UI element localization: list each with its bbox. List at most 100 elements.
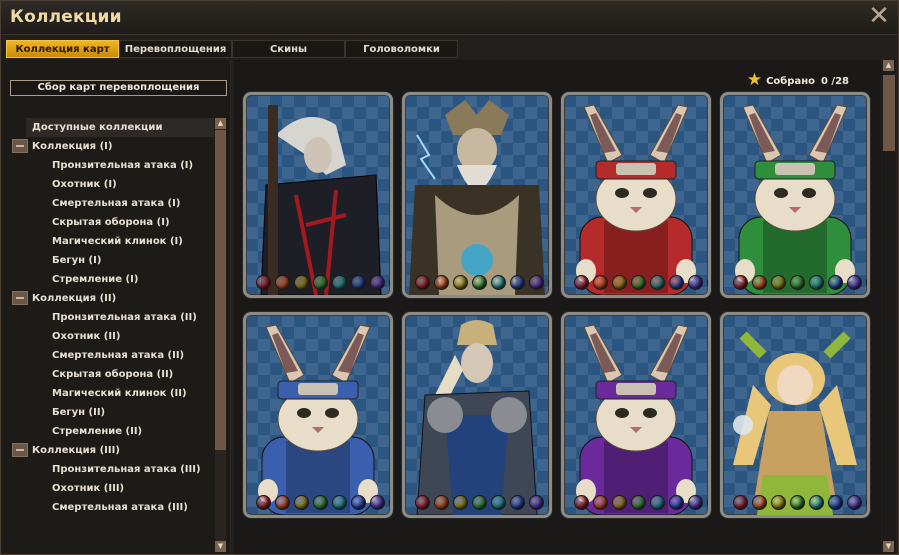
tree-label: Коллекция (I) xyxy=(32,141,113,152)
gem-slot-icon xyxy=(434,275,449,290)
gem-slot-icon xyxy=(631,275,646,290)
scroll-up-icon[interactable]: ▲ xyxy=(215,118,226,129)
close-icon[interactable]: ✕ xyxy=(866,3,892,30)
gem-slot-icon xyxy=(256,275,271,290)
cards-scrollbar[interactable]: ▲ ▼ xyxy=(882,60,896,554)
scroll-down-icon[interactable]: ▼ xyxy=(215,541,226,552)
cards-scroll-thumb[interactable] xyxy=(883,75,895,151)
gem-slot-icon xyxy=(548,495,549,510)
collection-card[interactable] xyxy=(720,92,870,298)
gem-slot-icon xyxy=(650,495,665,510)
tree-label: Охотник (III) xyxy=(52,483,125,494)
gem-slots xyxy=(256,495,390,510)
scroll-up-icon[interactable]: ▲ xyxy=(883,60,894,71)
sidebar-scrollbar[interactable]: ▲ ▼ xyxy=(215,118,226,552)
gem-slot-icon xyxy=(688,495,703,510)
tree-item[interactable]: Охотник (III) xyxy=(12,479,214,498)
gem-slot-icon xyxy=(351,495,366,510)
gem-slot-icon xyxy=(529,495,544,510)
gem-slot-icon xyxy=(593,275,608,290)
tree-item[interactable]: Охотник (II) xyxy=(12,327,214,346)
gem-slot-icon xyxy=(491,495,506,510)
tree-group[interactable]: Коллекция (III) xyxy=(12,441,214,460)
gem-slots xyxy=(256,275,390,290)
cards-panel: ★ Собрано 0 /28 xyxy=(234,60,881,554)
tree-item[interactable]: Охотник (I) xyxy=(12,175,214,194)
gem-slot-icon xyxy=(370,495,385,510)
tree-item[interactable]: Бегун (I) xyxy=(12,251,214,270)
tree-item[interactable]: Скрытая оборона (I) xyxy=(12,213,214,232)
tree-item[interactable]: Стремление (I) xyxy=(12,270,214,289)
gem-slot-icon xyxy=(828,275,843,290)
tree-group[interactable]: Коллекция (I) xyxy=(12,137,214,156)
collection-card[interactable] xyxy=(561,92,711,298)
tree-item[interactable]: Магический клинок (I) xyxy=(12,232,214,251)
gem-slot-icon xyxy=(752,495,767,510)
tree-label: Пронзительная атака (II) xyxy=(52,312,197,323)
scroll-down-icon[interactable]: ▼ xyxy=(883,541,894,552)
collections-window: Коллекции ✕ Коллекция карт Перевоплощени… xyxy=(0,0,899,555)
collection-card[interactable] xyxy=(561,312,711,518)
gem-slot-icon xyxy=(631,495,646,510)
tab-transformations[interactable]: Перевоплощения xyxy=(119,40,232,58)
tree-label: Бегун (I) xyxy=(52,255,102,266)
gem-slot-icon xyxy=(771,275,786,290)
gem-slot-icon xyxy=(593,495,608,510)
transformation-cards-button[interactable]: Сбор карт перевоплощения xyxy=(10,80,227,96)
gem-slot-icon xyxy=(491,275,506,290)
gem-slot-icon xyxy=(313,495,328,510)
gem-slot-icon xyxy=(529,275,544,290)
tree-item[interactable]: Смертельная атака (III) xyxy=(12,498,214,517)
collapse-icon[interactable] xyxy=(12,443,28,457)
collection-card[interactable] xyxy=(720,312,870,518)
tree-item[interactable]: Бегун (II) xyxy=(12,403,214,422)
collapse-icon[interactable] xyxy=(12,291,28,305)
gem-slot-icon xyxy=(612,275,627,290)
gem-slot-icon xyxy=(351,275,366,290)
collapse-icon[interactable] xyxy=(12,139,28,153)
tree-item[interactable]: Смертельная атака (II) xyxy=(12,346,214,365)
card-art xyxy=(258,324,378,515)
tree-label: Бегун (II) xyxy=(52,407,106,418)
gem-slot-icon xyxy=(866,495,867,510)
gem-slot-icon xyxy=(669,495,684,510)
tree-label: Доступные коллекции xyxy=(32,122,163,133)
tree-header: Доступные коллекции xyxy=(26,118,214,137)
tree-label: Коллекция (II) xyxy=(32,293,117,304)
tree-item[interactable]: Пронзительная атака (II) xyxy=(12,308,214,327)
tree-item[interactable]: Пронзительная атака (I) xyxy=(12,156,214,175)
gem-slot-icon xyxy=(752,275,767,290)
sidebar-scroll-thumb[interactable] xyxy=(215,130,226,450)
gem-slot-icon xyxy=(256,495,271,510)
collection-card[interactable] xyxy=(402,312,552,518)
card-art xyxy=(409,100,545,295)
collection-card[interactable] xyxy=(402,92,552,298)
gem-slot-icon xyxy=(389,495,390,510)
tree-group[interactable]: Коллекция (II) xyxy=(12,289,214,308)
tab-skins[interactable]: Скины xyxy=(232,40,345,58)
collection-card[interactable] xyxy=(243,312,393,518)
tree-item[interactable]: Стремление (II) xyxy=(12,422,214,441)
card-art xyxy=(735,104,855,295)
gem-slot-icon xyxy=(828,495,843,510)
tree-label: Стремление (II) xyxy=(52,426,143,437)
tree-label: Скрытая оборона (I) xyxy=(52,217,170,228)
gem-slot-icon xyxy=(415,495,430,510)
tree-item[interactable]: Смертельная атака (I) xyxy=(12,194,214,213)
tab-card-collection[interactable]: Коллекция карт xyxy=(6,40,119,58)
tree-label: Стремление (I) xyxy=(52,274,139,285)
tree-item[interactable]: Пронзительная атака (III) xyxy=(12,460,214,479)
gem-slot-icon xyxy=(389,275,390,290)
gem-slot-icon xyxy=(866,275,867,290)
tab-puzzles[interactable]: Головоломки xyxy=(345,40,458,58)
tree-item[interactable]: Магический клинок (II) xyxy=(12,384,214,403)
gem-slots xyxy=(574,495,708,510)
collected-counter: ★ Собрано 0 /28 xyxy=(747,70,849,89)
gem-slot-icon xyxy=(453,275,468,290)
gem-slot-icon xyxy=(733,275,748,290)
tree-label: Охотник (I) xyxy=(52,179,117,190)
gem-slot-icon xyxy=(275,275,290,290)
tree-item[interactable]: Скрытая оборона (II) xyxy=(12,365,214,384)
tree-label: Скрытая оборона (II) xyxy=(52,369,174,380)
collection-card[interactable] xyxy=(243,92,393,298)
